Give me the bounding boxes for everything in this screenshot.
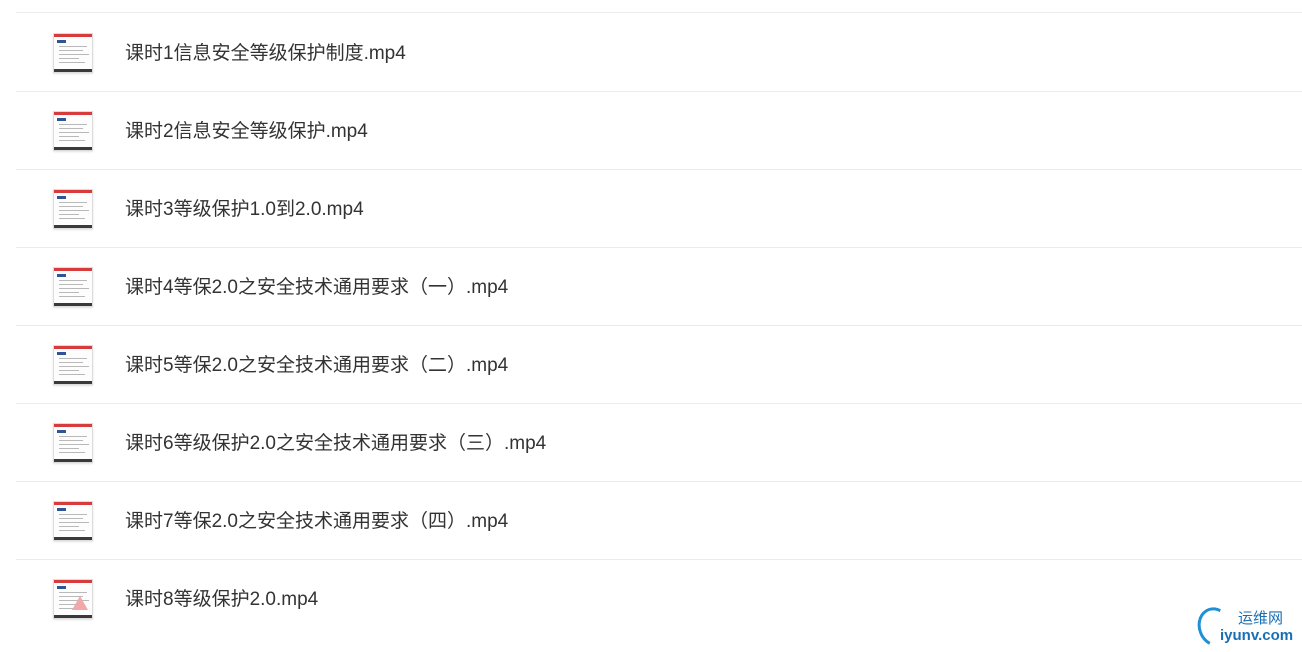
file-row[interactable]: 课时3等级保护1.0到2.0.mp4	[16, 170, 1302, 248]
file-name[interactable]: 课时6等级保护2.0之安全技术通用要求（三）.mp4	[125, 432, 546, 456]
file-name[interactable]: 课时4等保2.0之安全技术通用要求（一）.mp4	[125, 276, 508, 300]
file-list: 课时1信息安全等级保护制度.mp4 课时2信息安全等级保护.mp4 课时3等级保护1…	[0, 0, 1302, 652]
file-row[interactable]: 课时6等级保护2.0之安全技术通用要求（三）.mp4	[16, 404, 1302, 482]
file-row[interactable]: 课时2信息安全等级保护.mp4	[16, 92, 1302, 170]
watermark-logo: 运维网 iyunv.com	[1192, 602, 1302, 652]
file-row[interactable]: 课时4等保2.0之安全技术通用要求（一）.mp4	[16, 248, 1302, 326]
file-row[interactable]: 课时7等保2.0之安全技术通用要求（四）.mp4	[16, 482, 1302, 560]
watermark-chinese-text: 运维网	[1238, 609, 1284, 627]
document-thumbnail-icon	[53, 111, 93, 151]
document-thumbnail-icon	[53, 267, 93, 307]
file-name[interactable]: 课时7等保2.0之安全技术通用要求（四）.mp4	[125, 510, 508, 534]
file-row[interactable]: 课时5等保2.0之安全技术通用要求（二）.mp4	[16, 326, 1302, 404]
file-name[interactable]: 课时3等级保护1.0到2.0.mp4	[125, 198, 364, 222]
document-thumbnail-icon	[53, 423, 93, 463]
document-thumbnail-icon	[53, 345, 93, 385]
file-row[interactable]: 课时8等级保护2.0.mp4	[16, 560, 1302, 638]
document-thumbnail-icon	[53, 579, 93, 619]
document-thumbnail-icon	[53, 33, 93, 73]
file-name[interactable]: 课时5等保2.0之安全技术通用要求（二）.mp4	[125, 354, 508, 378]
top-divider	[16, 12, 1302, 13]
file-name[interactable]: 课时1信息安全等级保护制度.mp4	[125, 42, 406, 66]
document-thumbnail-icon	[53, 189, 93, 229]
watermark-domain-text: iyunv.com	[1220, 627, 1294, 644]
document-thumbnail-icon	[53, 501, 93, 541]
file-name[interactable]: 课时2信息安全等级保护.mp4	[125, 120, 368, 144]
file-name[interactable]: 课时8等级保护2.0.mp4	[125, 588, 318, 612]
file-row[interactable]: 课时1信息安全等级保护制度.mp4	[16, 14, 1302, 92]
